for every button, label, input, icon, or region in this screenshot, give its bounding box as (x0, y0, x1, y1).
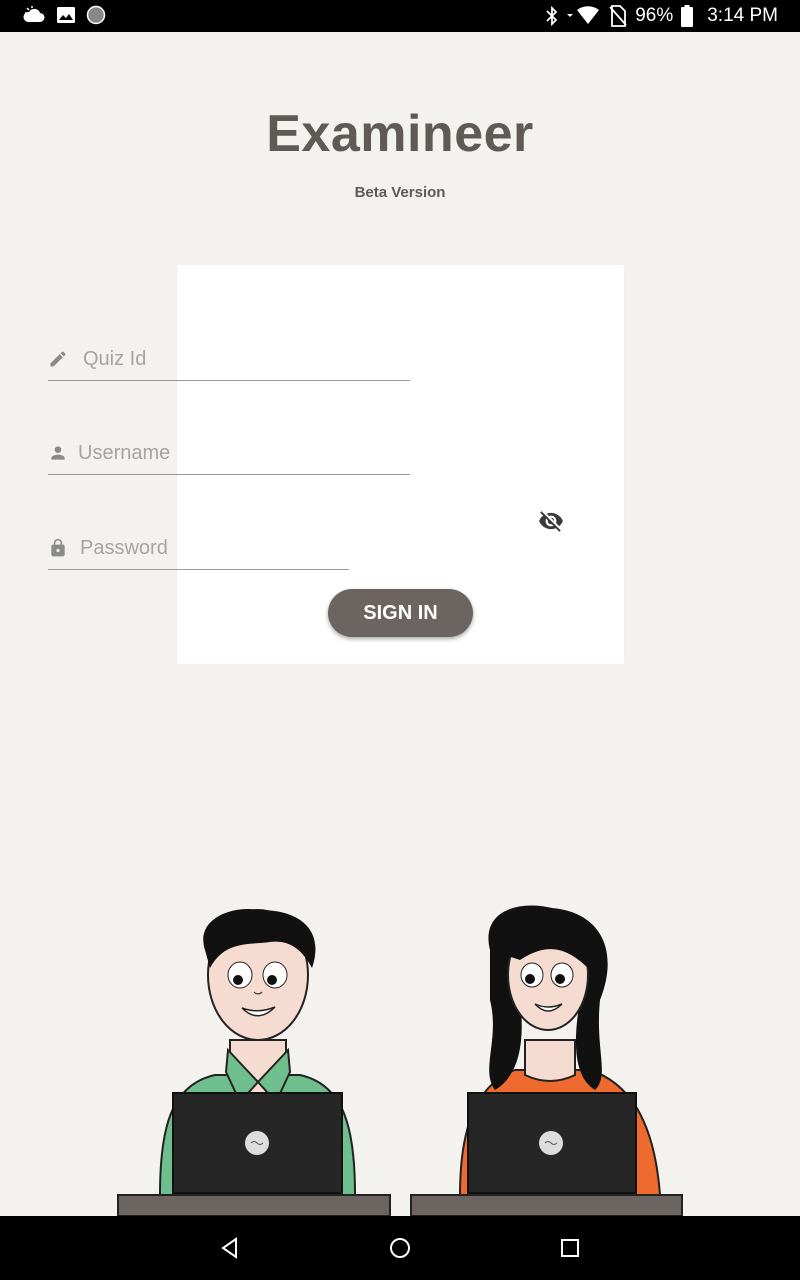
password-field[interactable] (48, 529, 349, 570)
girl-illustration (410, 905, 683, 1216)
username-input[interactable] (78, 434, 403, 472)
students-illustration (117, 905, 683, 1216)
app-title: Examineer (266, 105, 534, 163)
app-subtitle: Beta Version (354, 184, 446, 201)
weather-icon (23, 6, 45, 22)
battery-icon (681, 5, 694, 27)
wifi-icon (567, 6, 600, 25)
back-icon[interactable] (218, 1236, 242, 1260)
pencil-icon (50, 351, 66, 367)
image-notification-icon (57, 7, 75, 23)
password-input[interactable] (80, 529, 345, 567)
no-sim-icon (609, 5, 627, 27)
visibility-off-icon[interactable] (537, 508, 565, 534)
recents-icon[interactable] (558, 1236, 582, 1260)
boy-illustration (117, 909, 391, 1216)
battery-percent: 96% (635, 5, 674, 26)
navigation-bar (0, 1216, 800, 1280)
clock: 3:14 PM (707, 5, 778, 26)
username-field[interactable] (48, 434, 410, 475)
sign-in-button[interactable]: SIGN IN (328, 589, 473, 637)
person-icon (51, 446, 65, 460)
status-bar: 96% 3:14 PM (0, 0, 800, 32)
home-icon[interactable] (388, 1236, 412, 1260)
lock-icon (51, 538, 65, 557)
bluetooth-icon (546, 6, 558, 26)
quiz-id-input[interactable] (83, 340, 403, 378)
quiz-id-field[interactable] (48, 340, 410, 381)
circle-notification-icon (86, 5, 106, 25)
